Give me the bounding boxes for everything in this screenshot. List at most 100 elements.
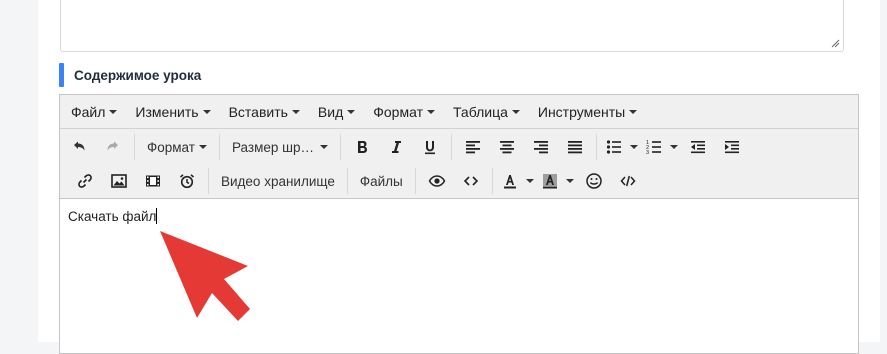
menu-insert[interactable]: Вставить — [220, 95, 309, 129]
video-storage-button[interactable]: Видео хранилище — [213, 166, 343, 196]
toolbar-separator — [218, 134, 220, 160]
menu-insert-label: Вставить — [228, 103, 288, 120]
numbered-list-button[interactable]: 1 2 3 — [641, 132, 667, 162]
insert-image-button[interactable] — [102, 166, 136, 196]
menu-tools-label: Инструменты — [537, 103, 626, 120]
menu-tools[interactable]: Инструменты — [529, 95, 646, 129]
chevron-down-icon — [629, 145, 638, 149]
chevron-down-icon — [347, 109, 356, 114]
toolbar-separator — [208, 168, 209, 194]
bold-icon — [357, 141, 367, 153]
menu-edit-label: Изменить — [135, 103, 199, 120]
link-icon — [78, 174, 92, 188]
undo-button[interactable] — [62, 132, 96, 162]
menu-format[interactable]: Формат — [364, 95, 444, 129]
background-color-icon — [542, 174, 557, 189]
toolbar-separator — [450, 134, 452, 160]
eye-icon — [428, 175, 446, 187]
preview-button[interactable] — [420, 166, 454, 196]
chevron-down-icon — [426, 109, 435, 114]
toolbar-separator — [134, 134, 135, 160]
chevron-down-icon — [202, 109, 211, 114]
bullet-list-button[interactable] — [601, 132, 627, 162]
content-text: Скачать файл — [68, 209, 157, 224]
source-code-icon — [620, 175, 636, 187]
align-left-button[interactable] — [456, 132, 490, 162]
background-color-button[interactable] — [537, 166, 563, 196]
svg-text:3: 3 — [646, 150, 649, 156]
chevron-down-icon — [629, 109, 638, 114]
format-dropdown-label: Формат — [147, 139, 195, 155]
toolbar-separator — [339, 134, 341, 160]
redo-button[interactable] — [96, 132, 130, 162]
files-button[interactable]: Файлы — [352, 166, 411, 196]
toolbar-row-2: Видео хранилище Файлы — [60, 164, 645, 198]
text-color-options-button[interactable] — [523, 166, 537, 196]
underline-icon — [424, 141, 435, 155]
insert-media-button[interactable] — [136, 166, 170, 196]
menu-edit[interactable]: Изменить — [126, 95, 219, 129]
background-color-options-button[interactable] — [563, 166, 577, 196]
previous-textarea[interactable] — [60, 0, 844, 52]
menu-table-label: Таблица — [452, 103, 508, 120]
bold-button[interactable] — [345, 132, 379, 162]
align-justify-button[interactable] — [558, 132, 592, 162]
image-icon — [111, 174, 127, 188]
editor-menubar: Файл Изменить Вставить Вид Формат Таблиц… — [60, 95, 858, 129]
section-heading: Содержимое урока — [59, 63, 201, 87]
toolbar-row-1: Формат Размер шр… 1 2 3 — [60, 130, 749, 164]
format-dropdown[interactable]: Формат — [139, 132, 215, 162]
menu-file-label: Файл — [71, 103, 106, 120]
font-size-dropdown[interactable]: Размер шр… — [224, 132, 336, 162]
chevron-down-icon — [525, 179, 534, 183]
bullet-list-icon — [606, 140, 621, 154]
toolbar-separator — [595, 134, 597, 160]
insert-datetime-button[interactable] — [170, 166, 204, 196]
text-cursor — [156, 208, 158, 224]
numbered-list-options-button[interactable] — [667, 132, 681, 162]
underline-button[interactable] — [413, 132, 447, 162]
menu-format-label: Формат — [373, 103, 423, 120]
section-accent-bar — [59, 63, 64, 87]
smiley-icon — [586, 173, 602, 189]
chevron-down-icon — [109, 109, 118, 114]
emoticons-button[interactable] — [577, 166, 611, 196]
menu-view[interactable]: Вид — [309, 95, 364, 129]
indent-icon — [724, 141, 739, 154]
numbered-list-icon: 1 2 3 — [646, 140, 661, 156]
source-code-button[interactable] — [611, 166, 645, 196]
align-center-button[interactable] — [490, 132, 524, 162]
link-button[interactable] — [68, 166, 102, 196]
align-center-icon — [499, 141, 514, 154]
bullet-list-options-button[interactable] — [627, 132, 641, 162]
alarm-clock-icon — [179, 174, 195, 189]
menu-table[interactable]: Таблица — [444, 95, 529, 129]
outdent-icon — [690, 141, 705, 154]
italic-icon — [391, 141, 401, 153]
text-color-button[interactable] — [497, 166, 523, 196]
align-justify-icon — [567, 141, 582, 154]
code-sample-button[interactable] — [454, 166, 488, 196]
toolbar-separator — [491, 168, 493, 194]
chevron-down-icon — [565, 179, 574, 183]
code-icon — [463, 176, 478, 186]
chevron-down-icon — [198, 145, 207, 149]
align-right-icon — [533, 141, 548, 154]
menu-view-label: Вид — [317, 103, 344, 120]
toolbar-separator — [414, 168, 416, 194]
chevron-down-icon — [511, 109, 520, 114]
text-color-icon — [503, 175, 516, 189]
font-size-dropdown-label: Размер шр… — [231, 139, 314, 155]
annotation-arrow-icon — [160, 231, 250, 321]
align-left-icon — [465, 141, 480, 154]
menu-file[interactable]: Файл — [62, 95, 126, 129]
toolbar-separator — [346, 168, 348, 194]
undo-icon — [74, 141, 85, 151]
indent-button[interactable] — [715, 132, 749, 162]
redo-icon — [107, 141, 118, 151]
chevron-down-icon — [319, 145, 328, 149]
outdent-button[interactable] — [681, 132, 715, 162]
resize-grip-icon[interactable] — [831, 39, 840, 48]
align-right-button[interactable] — [524, 132, 558, 162]
italic-button[interactable] — [379, 132, 413, 162]
